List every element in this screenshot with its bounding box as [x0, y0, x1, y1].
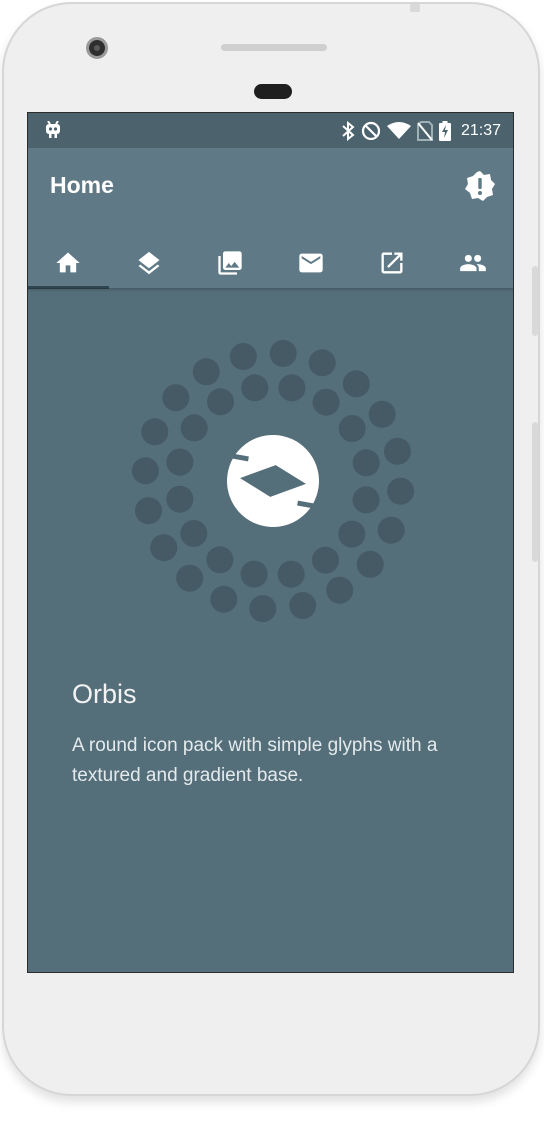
do-not-disturb-icon [361, 121, 381, 140]
decorative-dot [166, 448, 194, 476]
volume-button [532, 422, 538, 562]
decorative-dot [368, 400, 396, 428]
tab-bar-shadow [28, 288, 513, 292]
battery-charging-icon [438, 120, 451, 141]
front-camera [86, 37, 108, 59]
wifi-icon [386, 121, 411, 139]
decorative-dot [326, 576, 354, 604]
no-sim-icon [416, 120, 433, 141]
decorative-dot [377, 516, 405, 544]
decorative-dot [240, 560, 268, 588]
decorative-dot [192, 358, 220, 386]
decorative-dot [312, 388, 340, 416]
power-button [532, 266, 538, 336]
android-debug-icon [46, 121, 60, 138]
decorative-dot [207, 388, 234, 416]
decorative-dot [141, 418, 169, 446]
decorative-dot [387, 477, 415, 505]
decorative-dot [338, 520, 366, 548]
decorative-dot [135, 497, 162, 525]
tab-home[interactable] [28, 238, 109, 289]
home-icon [56, 252, 81, 273]
decorative-dot [356, 550, 384, 578]
alert-badge-icon[interactable] [464, 170, 496, 202]
orbis-logo-icon [131, 339, 415, 623]
content-title: Orbis [72, 679, 137, 709]
tab-layers[interactable] [109, 238, 190, 288]
decorative-dot [352, 449, 380, 477]
decorative-dot [180, 414, 208, 442]
content-description: A round icon pack with simple glyphs wit… [72, 735, 438, 786]
bluetooth-icon [342, 120, 355, 141]
orbis-glyph-icon [226, 435, 320, 527]
decorative-dot [338, 415, 366, 442]
decorative-dot [308, 349, 336, 377]
earpiece [254, 84, 292, 99]
decorative-dot [229, 343, 257, 370]
status-bar: 21:37 [28, 113, 513, 148]
tab-open-in-new[interactable] [351, 238, 432, 288]
decorative-dot [131, 457, 159, 485]
decorative-dot [289, 592, 317, 619]
decorative-dot [352, 486, 380, 514]
tab-email[interactable] [270, 238, 351, 288]
decorative-dot [210, 585, 238, 613]
screen: 21:37 Home Orbis A round icon pack with … [27, 112, 514, 973]
email-icon [299, 253, 323, 273]
decorative-dot [277, 560, 305, 588]
status-time: 21:37 [460, 121, 501, 139]
decorative-dot [206, 546, 234, 574]
decorative-dot [180, 520, 208, 547]
image-gallery-icon [218, 251, 242, 275]
decorative-dot [150, 534, 178, 562]
decorative-dot [342, 370, 370, 398]
decorative-dot [176, 564, 204, 592]
tab-bar [28, 238, 513, 289]
decorative-dot [162, 384, 190, 412]
people-icon [459, 254, 486, 272]
layers-icon [138, 251, 160, 275]
top-button [410, 4, 420, 12]
decorative-dot [384, 437, 411, 465]
decorative-dot [241, 374, 269, 402]
speaker-grille [221, 44, 327, 51]
decorative-dot [312, 546, 339, 574]
tab-gallery[interactable] [190, 238, 271, 288]
open-in-new-icon [381, 252, 403, 274]
decorative-dot [249, 595, 277, 623]
decorative-dot [269, 339, 297, 367]
page-title: Home [50, 172, 114, 198]
app-bar: Home [28, 148, 513, 289]
tab-people[interactable] [432, 238, 513, 288]
decorative-dot [278, 374, 306, 402]
decorative-dot [166, 485, 194, 513]
